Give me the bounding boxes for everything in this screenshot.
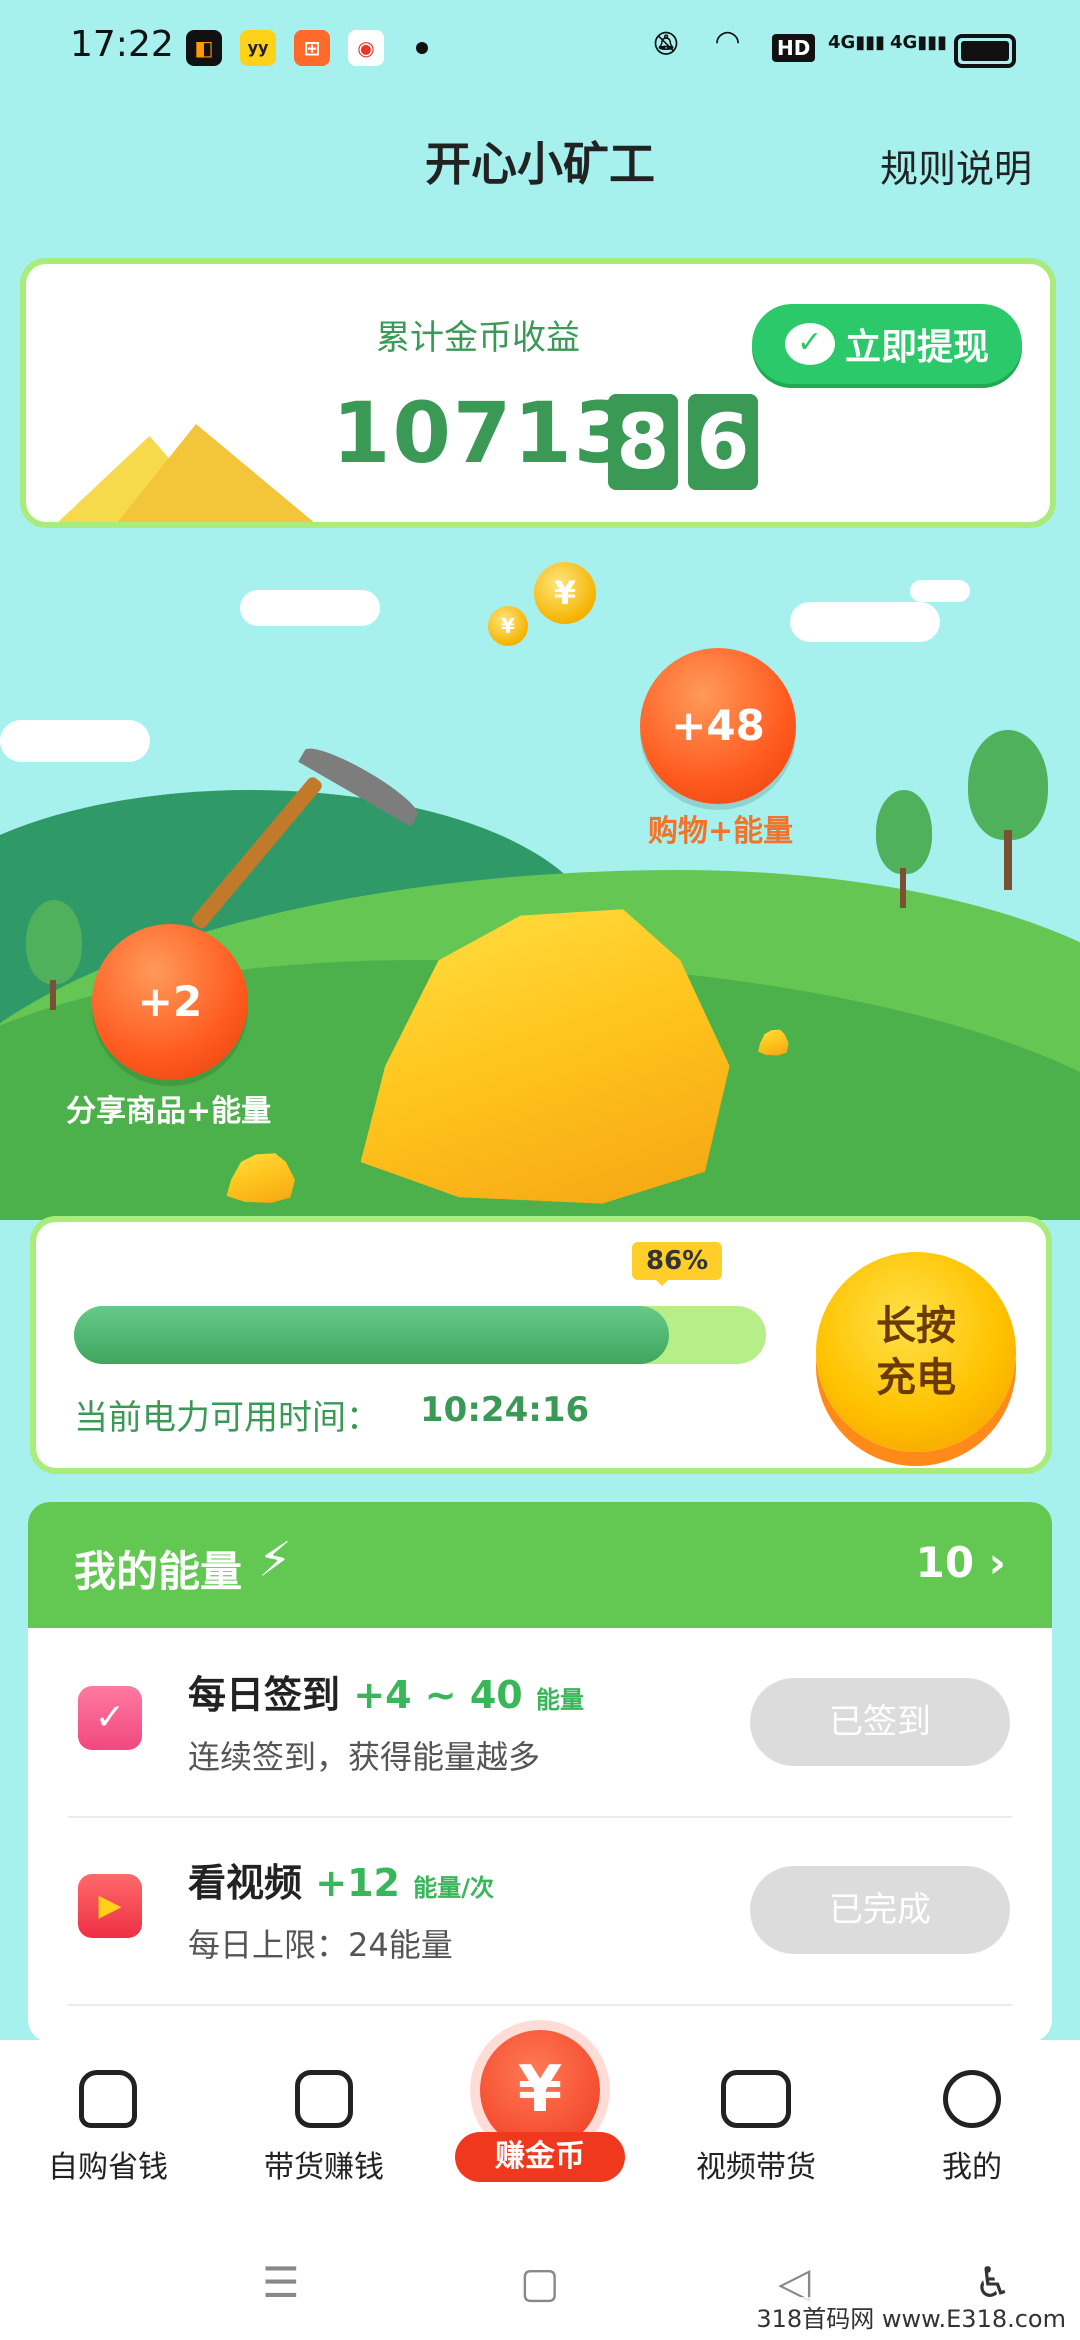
- cloud: [0, 720, 150, 762]
- lightning-icon: ⚡︎: [258, 1532, 292, 1588]
- signal-4g-icon: 4G▮▮▮: [828, 32, 886, 53]
- energy-title: 我的能量: [74, 1547, 243, 1596]
- task-description: 连续签到，获得能量越多: [188, 1738, 541, 1776]
- status-time: 17:22: [70, 24, 174, 65]
- battery-icon: [954, 34, 1016, 68]
- nav-profile[interactable]: 我的: [864, 2070, 1080, 2186]
- charge-label: 充电: [876, 1355, 956, 1401]
- coin-icon[interactable]: ¥: [534, 562, 596, 624]
- system-nav-bar: ☰ ▢ ◁ ♿︎ 318首码网 www.E318.com: [0, 2220, 1080, 2340]
- nav-sell-earn[interactable]: 带货赚钱: [216, 2070, 432, 2186]
- status-bar: 17:22 ◧ yy ⊞ ◉ 🔕︎ ◠ HD 4G▮▮▮ 4G▮▮▮: [0, 0, 1080, 95]
- tree-trunk: [50, 980, 56, 1010]
- energy-count[interactable]: 10 ›: [916, 1538, 1006, 1587]
- energy-bubble-share[interactable]: +2: [92, 924, 248, 1080]
- nav-label: 带货赚钱: [264, 2150, 384, 2185]
- task-description: 每日上限：24能量: [188, 1926, 453, 1964]
- yy-app-icon: yy: [240, 30, 276, 66]
- earnings-digit: 6: [688, 394, 758, 490]
- menu-icon[interactable]: ☰: [262, 2258, 300, 2307]
- hd-badge: HD: [772, 34, 816, 62]
- withdraw-label: 立即提现: [844, 327, 989, 368]
- home-square-icon[interactable]: ▢: [520, 2258, 560, 2307]
- nav-video-sell[interactable]: 视频带货: [648, 2070, 864, 2186]
- watermark: 318首码网 www.E318.com: [750, 2297, 1072, 2336]
- nav-label: 赚金币: [455, 2132, 625, 2182]
- wechat-icon: [784, 323, 835, 365]
- video-gift-icon: ▶: [78, 1874, 142, 1938]
- tree-trunk: [900, 868, 906, 908]
- coin-icon[interactable]: ¥: [488, 606, 528, 646]
- notification-dot: [416, 42, 428, 54]
- tree: [968, 730, 1048, 840]
- earnings-digit: 8: [608, 394, 678, 490]
- task-title: 看视频 +12 能量/次: [188, 1861, 494, 1905]
- task-title: 每日签到 +4 ~ 40 能量: [188, 1673, 584, 1717]
- nav-self-purchase[interactable]: 自购省钱: [0, 2070, 216, 2186]
- charge-label: 长按: [876, 1303, 956, 1349]
- power-time-label: 当前电力可用时间：: [74, 1398, 380, 1438]
- kuaishou-app-icon: ⊞: [294, 30, 330, 66]
- tree-trunk: [1004, 830, 1012, 890]
- divider: [68, 2004, 1012, 2006]
- weibo-app-icon: ◉: [348, 30, 384, 66]
- energy-bubble-label: 分享商品+能量: [66, 1094, 272, 1129]
- nav-label: 视频带货: [696, 2150, 816, 2185]
- earnings-card: 累计金币收益 10713. 8 6 立即提现: [20, 258, 1056, 528]
- signal-4g-icon: 4G▮▮▮: [890, 32, 948, 53]
- smiley-icon: [943, 2070, 1001, 2128]
- app-notification-icon: ◧: [186, 30, 222, 66]
- shopping-bag-icon: [295, 2070, 353, 2128]
- mute-icon: 🔕︎: [652, 32, 680, 57]
- nav-label: 自购省钱: [48, 2150, 168, 2185]
- nav-label: 我的: [942, 2150, 1002, 2185]
- bottom-nav: 自购省钱 带货赚钱 ¥ 赚金币 视频带货 我的: [0, 2030, 1080, 2220]
- tree: [876, 790, 932, 874]
- power-card: 86% 当前电力可用时间： 10:24:16 长按 充电: [30, 1216, 1052, 1474]
- cloud: [910, 580, 970, 602]
- energy-bubble-shopping[interactable]: +48: [640, 648, 796, 804]
- power-time-value: 10:24:16: [420, 1390, 590, 1430]
- task-row-video: ▶ 看视频 +12 能量/次 每日上限：24能量 已完成: [28, 1816, 1052, 2004]
- calendar-icon: ✓: [78, 1686, 142, 1750]
- energy-header[interactable]: 我的能量 ⚡︎ 10 ›: [28, 1502, 1052, 1628]
- tree: [26, 900, 82, 984]
- power-percent-badge: 86%: [632, 1242, 723, 1286]
- cloud: [790, 602, 940, 642]
- home-icon: [79, 2070, 137, 2128]
- cloud: [240, 590, 380, 626]
- energy-panel: 我的能量 ⚡︎ 10 › ✓ 每日签到 +4 ~ 40 能量 连续签到，获得能量…: [28, 1502, 1052, 2042]
- withdraw-button[interactable]: 立即提现: [752, 304, 1022, 384]
- wifi-icon: ◠: [716, 24, 740, 59]
- energy-bubble-label: 购物+能量: [648, 814, 794, 849]
- nav-earn-coins[interactable]: ¥ 赚金币: [432, 2030, 648, 2182]
- long-press-charge-button[interactable]: 长按 充电: [816, 1252, 1016, 1452]
- rules-link[interactable]: 规则说明: [880, 138, 1032, 193]
- video-camera-icon: [721, 2070, 791, 2128]
- mining-scene: ¥ ¥ +48 购物+能量 +2 分享商品+能量: [0, 540, 1080, 1220]
- checked-in-button[interactable]: 已签到: [750, 1678, 1010, 1766]
- completed-button[interactable]: 已完成: [750, 1866, 1010, 1954]
- task-row-checkin: ✓ 每日签到 +4 ~ 40 能量 连续签到，获得能量越多 已签到: [28, 1628, 1052, 1816]
- power-progress-fill: [74, 1306, 670, 1364]
